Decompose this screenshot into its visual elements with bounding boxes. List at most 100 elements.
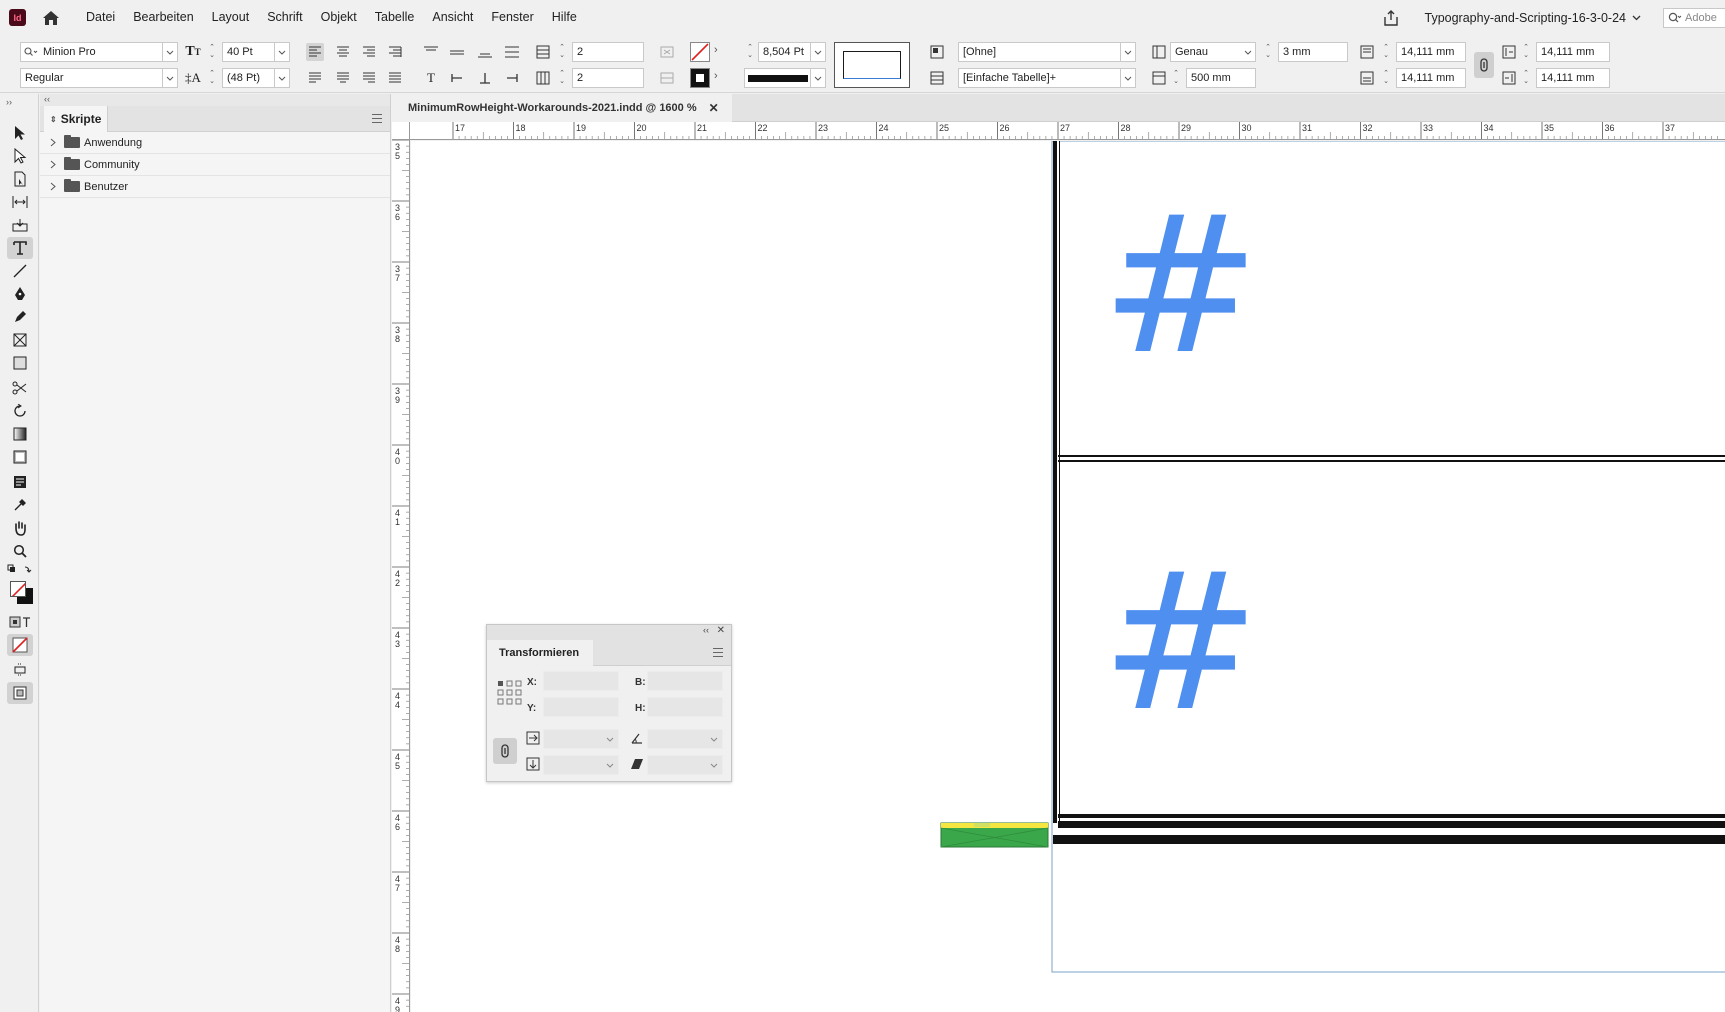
constrain-proportions-icon[interactable] — [493, 738, 517, 764]
chevron-right-icon[interactable] — [48, 160, 58, 170]
font-size-stepper[interactable]: ⌃ ⌄ — [206, 42, 218, 62]
free-transform-tool-icon[interactable] — [7, 400, 33, 422]
fill-chevron-right-icon[interactable]: › — [714, 44, 718, 56]
justify-center-icon[interactable] — [334, 69, 352, 87]
rows-field[interactable]: 2 — [572, 42, 644, 62]
scale-y-field[interactable] — [543, 755, 619, 775]
fill-stroke-swatches[interactable] — [7, 578, 33, 608]
type-tool-icon[interactable] — [7, 237, 33, 259]
stroke-proxy-preview[interactable] — [834, 42, 910, 88]
home-icon[interactable] — [39, 6, 63, 30]
align-center-icon[interactable] — [334, 43, 352, 61]
inset-right-stepper[interactable]: ⌃ ⌄ — [1520, 68, 1532, 88]
valign-justify-icon[interactable] — [503, 43, 521, 61]
justify-all-icon[interactable] — [386, 69, 404, 87]
panel-menu-icon[interactable] — [372, 114, 382, 123]
leading-dropdown[interactable] — [274, 68, 290, 88]
width-field[interactable] — [647, 671, 723, 691]
reference-point-icon[interactable] — [497, 680, 523, 706]
align-left-icon[interactable] — [306, 43, 324, 61]
menu-hilfe[interactable]: Hilfe — [543, 0, 586, 35]
menu-objekt[interactable]: Objekt — [312, 0, 366, 35]
align-towards-spine-icon[interactable] — [386, 43, 404, 61]
table-style-field[interactable]: [Einfache Tabelle]+ — [958, 68, 1124, 88]
scale-x-field[interactable] — [543, 729, 619, 749]
y-field[interactable] — [543, 697, 619, 717]
pen-tool-icon[interactable] — [7, 283, 33, 305]
stroke-swatch[interactable] — [690, 68, 710, 88]
row-height-field[interactable]: 3 mm — [1278, 42, 1348, 62]
menu-ansicht[interactable]: Ansicht — [423, 0, 482, 35]
cell-glyph-2[interactable]: # — [1101, 548, 1260, 738]
default-colors-icon[interactable] — [7, 563, 33, 577]
text-rotate-180-icon[interactable] — [476, 69, 494, 87]
eyedropper-tool-icon[interactable] — [7, 494, 33, 516]
cell-style-field[interactable]: [Ohne] — [958, 42, 1124, 62]
split-cells-icon[interactable] — [658, 69, 676, 87]
rectangle-tool-icon[interactable] — [7, 352, 33, 374]
apply-none-icon[interactable] — [7, 634, 33, 656]
screen-mode-icon[interactable] — [7, 658, 33, 680]
valign-center-icon[interactable] — [448, 43, 466, 61]
stroke-weight-stepper[interactable]: ⌃ ⌄ — [744, 42, 756, 62]
cell-style-dropdown[interactable] — [1120, 42, 1136, 62]
link-insets-icon[interactable] — [1474, 52, 1494, 78]
font-family-field[interactable]: Minion Pro — [20, 42, 164, 62]
font-size-dropdown[interactable] — [274, 42, 290, 62]
font-style-dropdown[interactable] — [162, 68, 178, 88]
font-size-field[interactable]: 40 Pt — [222, 42, 276, 62]
inset-right-field[interactable]: 14,111 mm — [1536, 68, 1610, 88]
zoom-tool-icon[interactable] — [7, 540, 33, 562]
stroke-weight-field[interactable]: 8,504 Pt — [758, 42, 812, 62]
chevron-right-icon[interactable] — [48, 182, 58, 192]
menu-schrift[interactable]: Schrift — [258, 0, 311, 35]
workspace-switcher[interactable]: Typography-and-Scripting-16-3-0-24 — [1425, 11, 1642, 25]
page-tool-icon[interactable] — [7, 168, 33, 190]
cell-glyph-1[interactable]: # — [1101, 191, 1260, 381]
script-folder-benutzer[interactable]: Benutzer — [40, 176, 390, 198]
gap-tool-icon[interactable] — [7, 191, 33, 213]
rectangle-frame-tool-icon[interactable] — [7, 329, 33, 351]
tab-skripte[interactable]: ⇕ Skripte — [44, 106, 108, 132]
justify-right-icon[interactable] — [360, 69, 378, 87]
text-rotate-0-icon[interactable]: T — [422, 69, 440, 87]
valign-top-icon[interactable] — [422, 43, 440, 61]
horizontal-ruler[interactable]: 17 18 19 20 21 22 23 24 25 26 27 28 29 30 31 32 33 34 35 36… — [410, 122, 1725, 140]
vertical-ruler[interactable]: 353637383940414243444546474849 — [392, 140, 410, 1012]
justify-left-icon[interactable] — [306, 69, 324, 87]
close-icon[interactable]: ✕ — [709, 101, 719, 115]
script-folder-community[interactable]: Community — [40, 154, 390, 176]
columns-stepper[interactable]: ⌃ ⌄ — [556, 68, 568, 88]
font-style-field[interactable]: Regular — [20, 68, 164, 88]
merge-cells-icon[interactable] — [658, 43, 676, 61]
stroke-type-field[interactable] — [744, 68, 812, 88]
font-family-dropdown[interactable] — [162, 42, 178, 62]
gradient-feather-tool-icon[interactable] — [7, 446, 33, 468]
table-style-dropdown[interactable] — [1120, 68, 1136, 88]
valign-bottom-icon[interactable] — [476, 43, 494, 61]
app-icon[interactable]: Id — [9, 9, 26, 26]
inset-bottom-stepper[interactable]: ⌃ ⌄ — [1380, 68, 1392, 88]
shear-angle-field[interactable] — [647, 755, 723, 775]
text-rotate-90-icon[interactable] — [448, 69, 466, 87]
note-tool-icon[interactable] — [7, 471, 33, 493]
row-height-mode-dropdown[interactable] — [1240, 42, 1256, 62]
direct-selection-tool-icon[interactable] — [7, 145, 33, 167]
rotation-angle-field[interactable] — [647, 729, 723, 749]
inset-bottom-field[interactable]: 14,111 mm — [1396, 68, 1466, 88]
collapse-panel-icon[interactable]: ‹‹ — [703, 625, 709, 635]
menu-fenster[interactable]: Fenster — [482, 0, 542, 35]
hand-tool-icon[interactable] — [7, 517, 33, 539]
text-rotate-270-icon[interactable] — [503, 69, 521, 87]
menu-layout[interactable]: Layout — [203, 0, 259, 35]
normal-view-icon[interactable] — [7, 682, 33, 704]
align-right-icon[interactable] — [360, 43, 378, 61]
menu-bearbeiten[interactable]: Bearbeiten — [124, 0, 202, 35]
selection-tool-icon[interactable] — [7, 122, 33, 144]
scissors-tool-icon[interactable] — [7, 377, 33, 399]
inset-top-field[interactable]: 14,111 mm — [1396, 42, 1466, 62]
pencil-tool-icon[interactable] — [7, 306, 33, 328]
close-icon[interactable]: ✕ — [717, 625, 725, 636]
max-height-stepper[interactable]: ⌃ ⌄ — [1170, 68, 1182, 88]
stroke-type-dropdown[interactable] — [810, 68, 826, 88]
